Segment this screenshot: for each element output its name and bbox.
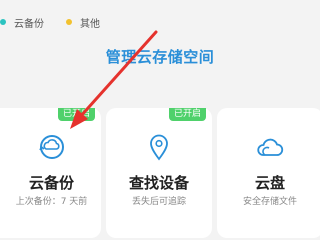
card-title-cloud-backup: 云备份 xyxy=(28,174,74,192)
legend-dot-cloud-backup xyxy=(0,19,6,25)
cloud-icon xyxy=(217,132,320,162)
card-title-cloud-drive: 云盘 xyxy=(254,174,285,192)
legend-item-other: 其他 xyxy=(66,15,100,30)
cloud-backup-card[interactable]: 已开启 云备份 上次备份：7 天前 xyxy=(0,108,101,238)
card-subtitle-find-device: 丢失后可追踪 xyxy=(131,197,186,207)
manage-cloud-storage-link[interactable]: 管理云存储空间 xyxy=(0,46,320,67)
enabled-badge: 已开启 xyxy=(57,108,95,121)
storage-legend: 云备份 其他 xyxy=(0,14,122,30)
card-subtitle-cloud-drive: 安全存储文件 xyxy=(242,197,297,207)
card-subtitle-last-backup: 上次备份：7 天前 xyxy=(15,197,88,207)
legend-dot-other xyxy=(66,19,72,25)
enabled-badge: 已开启 xyxy=(168,108,206,121)
location-pin-icon xyxy=(106,132,212,162)
card-title-find-device: 查找设备 xyxy=(128,174,189,192)
cloud-drive-card[interactable]: 云盘 安全存储文件 xyxy=(217,108,320,238)
find-device-card[interactable]: 已开启 查找设备 丢失后可追踪 xyxy=(106,108,212,238)
legend-item-cloud-backup: 云备份 xyxy=(0,15,44,30)
cloud-backup-icon xyxy=(0,132,107,162)
legend-label-other: 其他 xyxy=(80,18,100,30)
legend-label-cloud-backup: 云备份 xyxy=(14,18,44,30)
